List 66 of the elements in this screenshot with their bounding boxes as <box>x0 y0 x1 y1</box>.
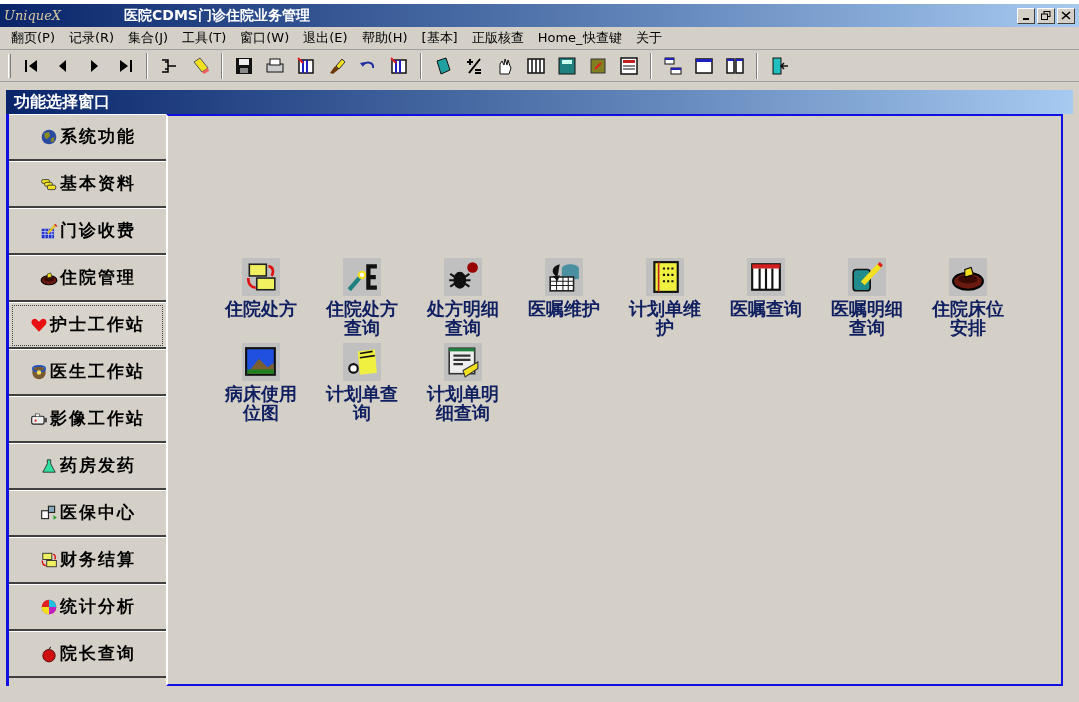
landscape-picture-icon <box>243 345 278 379</box>
menu-item[interactable]: [基本] <box>414 28 465 48</box>
pencil-pad-icon <box>849 260 884 294</box>
sidebar-item[interactable]: 院长查询 <box>9 631 166 678</box>
save-icon[interactable] <box>234 55 254 76</box>
flask-icon <box>39 457 58 475</box>
cascade-windows-icon[interactable] <box>663 55 683 76</box>
function-button[interactable]: 计划单维护 <box>614 258 715 337</box>
globe-icon <box>39 128 58 146</box>
document-icon[interactable] <box>619 55 639 76</box>
window-icon[interactable] <box>694 55 714 76</box>
sidebar-item[interactable]: 财务结算 <box>9 537 166 584</box>
sidebar-item[interactable]: 影像工作站 <box>9 396 166 443</box>
sidebar-item[interactable]: 系统功能 <box>9 114 166 161</box>
camera-icon <box>30 410 48 428</box>
table-icon <box>748 260 783 294</box>
menu-item[interactable]: 帮助(H) <box>354 28 415 48</box>
bowl-icon <box>39 269 58 287</box>
calculator-icon[interactable] <box>557 55 577 76</box>
logo-text: UniqueX <box>4 6 63 25</box>
function-button[interactable]: 医嘱明细查询 <box>816 258 917 337</box>
function-button[interactable]: 处方明细查询 <box>412 258 513 337</box>
menu-item[interactable]: 关于 <box>628 28 669 48</box>
function-button[interactable]: 计划单查询 <box>311 343 412 422</box>
sidebar-item[interactable]: 统计分析 <box>9 584 166 631</box>
restore-icon <box>1041 11 1051 20</box>
spreadsheet-pencil-icon <box>39 222 58 240</box>
spreadsheet-icon <box>445 345 480 379</box>
minimize-button[interactable] <box>1017 7 1035 24</box>
apple-icon <box>39 645 58 663</box>
menu-item[interactable]: 退出(E) <box>296 28 355 48</box>
menu-item[interactable]: Home_快查键 <box>530 28 629 48</box>
menu-item[interactable]: 翻页(P) <box>4 28 62 48</box>
menu-item[interactable]: 集合(J) <box>121 28 176 48</box>
function-button[interactable]: 住院处方 <box>210 258 311 337</box>
heart-icon <box>30 316 48 334</box>
function-button[interactable]: 计划单明细查询 <box>412 343 513 422</box>
sidebar-item[interactable]: 医生工作站 <box>9 349 166 396</box>
menu-item[interactable]: 正版核查 <box>464 28 531 48</box>
menu-item[interactable]: 记录(R) <box>62 28 122 48</box>
sidebar-item[interactable]: 门诊收费 <box>9 208 166 255</box>
printer-icon[interactable] <box>265 55 285 76</box>
tile-windows-icon[interactable] <box>725 55 745 76</box>
table-icon[interactable] <box>526 55 546 76</box>
minimize-icon <box>1023 17 1029 20</box>
exit-door-icon[interactable] <box>769 55 789 76</box>
function-button[interactable]: 医嘱维护 <box>513 258 614 337</box>
close-icon <box>1061 11 1071 20</box>
sidebar-item[interactable]: 护士工作站 <box>9 302 166 349</box>
pie-chart-icon <box>39 598 58 616</box>
function-button[interactable]: 住院床位安排 <box>917 258 1018 337</box>
menu-item[interactable]: 窗口(W) <box>233 28 297 48</box>
sidebar-item[interactable]: 住院管理 <box>9 255 166 302</box>
folders-icon <box>39 551 58 569</box>
function-button[interactable]: 病床使用位图 <box>210 343 311 422</box>
sidebar-item[interactable]: 基本资料 <box>9 161 166 208</box>
window-title: 医院CDMS门诊住院业务管理 <box>124 6 310 25</box>
function-button[interactable]: 医嘱查询 <box>715 258 816 337</box>
panel-title: 功能选择窗口 <box>14 91 110 113</box>
sidebar-item[interactable]: 医保中心 <box>9 490 166 537</box>
network-icon <box>39 504 58 522</box>
restore-button[interactable] <box>1037 7 1055 24</box>
sidebar-item[interactable]: 药房发药 <box>9 443 166 490</box>
function-button[interactable]: 住院处方查询 <box>311 258 412 337</box>
close-button[interactable] <box>1057 7 1075 24</box>
menu-item[interactable]: 工具(T) <box>175 28 234 48</box>
